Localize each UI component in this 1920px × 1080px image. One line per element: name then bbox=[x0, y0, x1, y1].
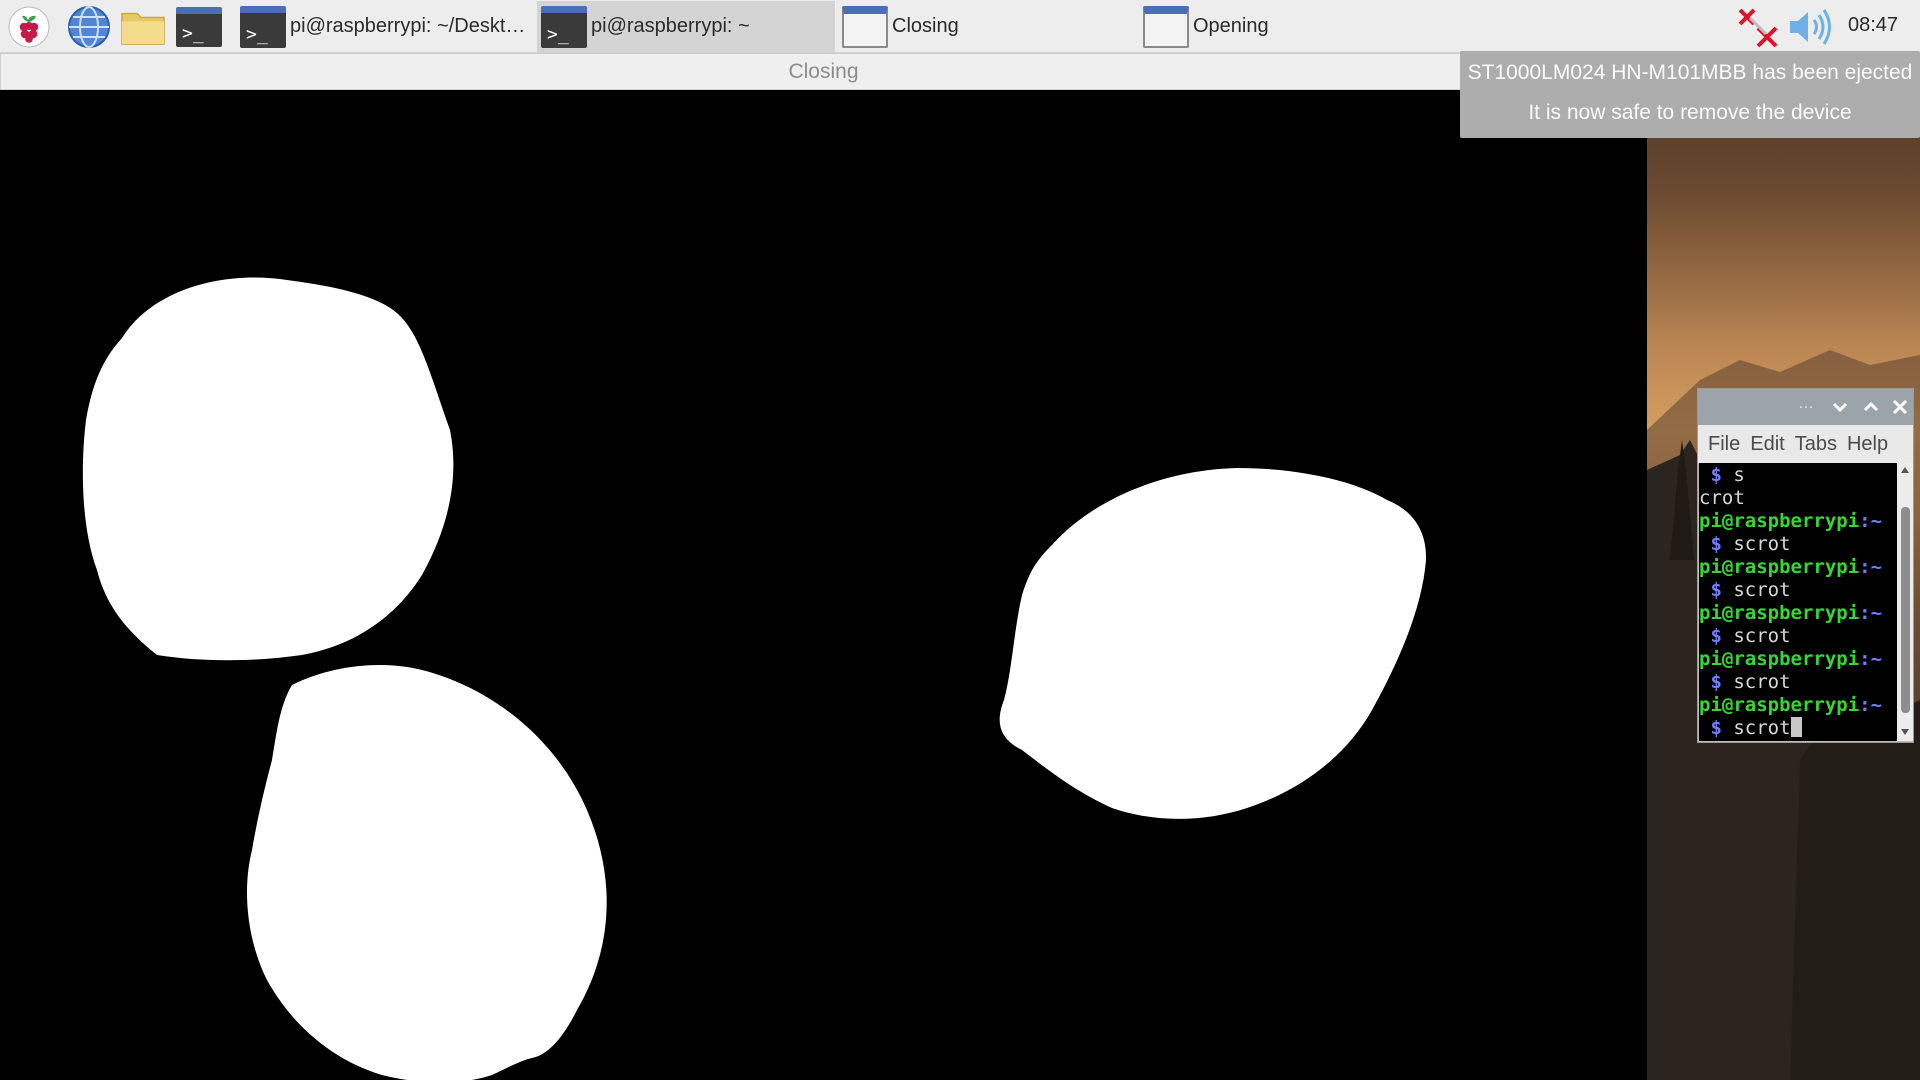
command-text: scrot bbox=[1733, 625, 1791, 647]
terminal-line: pi@raspberrypi:~ bbox=[1699, 648, 1897, 671]
close-icon[interactable] bbox=[1888, 395, 1912, 419]
scroll-up-icon[interactable] bbox=[1900, 465, 1910, 475]
prompt-path: :~ bbox=[1859, 648, 1883, 670]
prompt-dollar: $ bbox=[1699, 625, 1734, 647]
notification-title: ST1000LM024 HN-M101MBB has been ejected bbox=[1467, 61, 1913, 84]
minimize-icon[interactable] bbox=[1828, 395, 1852, 419]
terminal-line: pi@raspberrypi:~ bbox=[1699, 694, 1897, 717]
task-label: pi@raspberrypi: ~ bbox=[591, 15, 750, 37]
terminal-line: $ scrot bbox=[1699, 717, 1897, 740]
closing-window: Closing bbox=[0, 53, 1647, 1080]
prompt-dollar: $ bbox=[1699, 533, 1734, 555]
prompt-dollar: $ bbox=[1699, 671, 1734, 693]
command-text: scrot bbox=[1733, 579, 1791, 601]
task-label: pi@raspberrypi: ~/Deskt… bbox=[290, 15, 526, 37]
terminal-title-ellipsis: … bbox=[1798, 395, 1814, 412]
menu-file[interactable]: File bbox=[1708, 433, 1740, 456]
terminal-menubar: File Edit Tabs Help bbox=[1698, 425, 1913, 463]
terminal-line: $ scrot bbox=[1699, 533, 1897, 556]
prompt-path: :~ bbox=[1859, 694, 1883, 716]
terminal-line: pi@raspberrypi:~ bbox=[1699, 510, 1897, 533]
clock[interactable]: 08:47 bbox=[1848, 14, 1898, 37]
window-title: Closing bbox=[788, 59, 859, 83]
window-titlebar[interactable]: Closing bbox=[0, 53, 1647, 90]
command-text: scrot bbox=[1733, 717, 1791, 739]
prompt-dollar: $ bbox=[1699, 464, 1734, 486]
terminal-line: $ scrot bbox=[1699, 625, 1897, 648]
prompt-user: pi@raspberrypi bbox=[1699, 510, 1860, 532]
terminal-launcher-icon[interactable]: >_ bbox=[176, 4, 222, 50]
terminal-icon: >_ bbox=[541, 5, 587, 48]
file-manager-icon[interactable] bbox=[120, 4, 166, 50]
prompt-path: :~ bbox=[1859, 510, 1883, 532]
prompt-path: :~ bbox=[1859, 556, 1883, 578]
prompt-path: :~ bbox=[1859, 602, 1883, 624]
taskbar-task-closing[interactable]: Closing bbox=[838, 1, 1136, 52]
binary-mask-image bbox=[2, 90, 1645, 1080]
command-text: s bbox=[1733, 464, 1745, 486]
taskbar-task-opening[interactable]: Opening bbox=[1139, 1, 1437, 52]
prompt-dollar: $ bbox=[1699, 717, 1734, 739]
window-icon bbox=[842, 5, 888, 48]
terminal-line: pi@raspberrypi:~ bbox=[1699, 602, 1897, 625]
scroll-down-icon[interactable] bbox=[1900, 727, 1910, 737]
terminal-titlebar[interactable]: … bbox=[1698, 389, 1913, 425]
terminal-window: … File Edit Tabs Help $ s crot pi@raspberr… bbox=[1697, 388, 1914, 743]
image-canvas bbox=[2, 90, 1645, 1080]
terminal-line: crot bbox=[1699, 487, 1745, 509]
prompt-dollar: $ bbox=[1699, 579, 1734, 601]
menu-tabs[interactable]: Tabs bbox=[1795, 433, 1837, 456]
terminal-line: $ scrot bbox=[1699, 671, 1897, 694]
task-label: Closing bbox=[892, 15, 959, 37]
window-icon bbox=[1143, 5, 1189, 48]
prompt-user: pi@raspberrypi bbox=[1699, 602, 1860, 624]
mask-blob-top-left bbox=[82, 277, 454, 661]
scrollbar-thumb[interactable] bbox=[1901, 507, 1910, 713]
eject-notification[interactable]: ST1000LM024 HN-M101MBB has been ejected … bbox=[1460, 51, 1920, 138]
command-text: scrot bbox=[1733, 533, 1791, 555]
raspberry-menu-icon[interactable] bbox=[6, 4, 52, 50]
taskbar: >_ >_ pi@raspberrypi: ~/Deskt… >_ pi@ras… bbox=[0, 0, 1920, 53]
task-label: Opening bbox=[1193, 15, 1269, 37]
taskbar-task-terminal-home[interactable]: >_ pi@raspberrypi: ~ bbox=[537, 1, 835, 52]
command-text: scrot bbox=[1733, 671, 1791, 693]
menu-help[interactable]: Help bbox=[1847, 433, 1888, 456]
terminal-line: $ s bbox=[1699, 464, 1897, 487]
maximize-icon[interactable] bbox=[1859, 395, 1883, 419]
terminal-line: pi@raspberrypi:~ bbox=[1699, 556, 1897, 579]
prompt-user: pi@raspberrypi bbox=[1699, 648, 1860, 670]
web-browser-icon[interactable] bbox=[66, 4, 112, 50]
menu-edit[interactable]: Edit bbox=[1750, 433, 1784, 456]
taskbar-task-terminal-desktop[interactable]: >_ pi@raspberrypi: ~/Deskt… bbox=[236, 1, 532, 52]
terminal-output[interactable]: $ s crot pi@raspberrypi:~ $ scrot pi@raspbe… bbox=[1699, 463, 1897, 741]
volume-icon[interactable] bbox=[1788, 8, 1834, 46]
network-disconnected-icon[interactable] bbox=[1736, 6, 1780, 48]
terminal-icon: >_ bbox=[240, 5, 286, 48]
prompt-user: pi@raspberrypi bbox=[1699, 556, 1860, 578]
terminal-line: $ scrot bbox=[1699, 579, 1897, 602]
text-cursor bbox=[1790, 717, 1802, 737]
prompt-user: pi@raspberrypi bbox=[1699, 694, 1860, 716]
notification-message: It is now safe to remove the device bbox=[1528, 101, 1852, 124]
terminal-scrollbar[interactable] bbox=[1897, 463, 1913, 741]
